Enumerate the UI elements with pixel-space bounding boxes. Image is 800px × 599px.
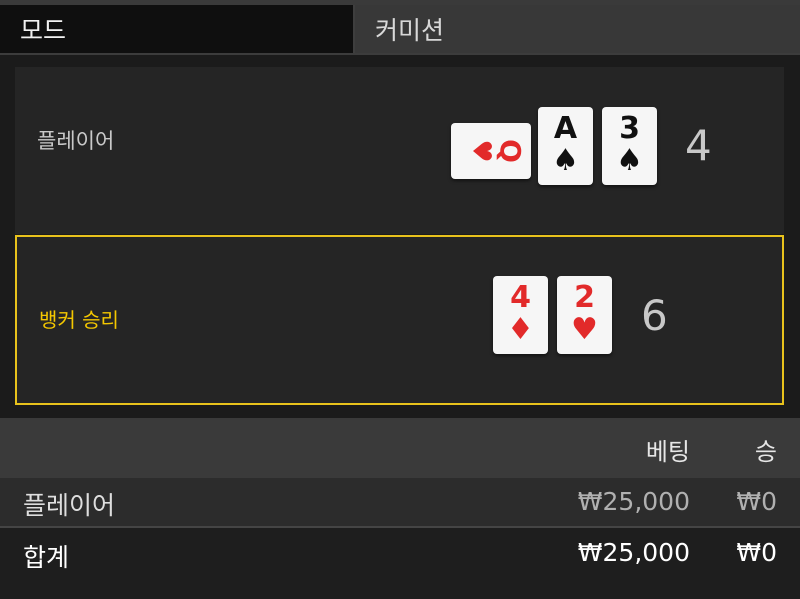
row-name: 플레이어 [23, 491, 116, 520]
player-card-1: Q ♥ [451, 123, 531, 179]
banker-score: 6 [641, 291, 668, 340]
summary-header: 베팅 승 [0, 418, 800, 478]
bet-column-header: 베팅 [645, 438, 690, 466]
spade-icon: ♠ [616, 143, 643, 178]
win-column-header: 승 [754, 438, 777, 466]
banker-result-label: 뱅커 승리 [39, 308, 119, 332]
heart-icon: ♥ [466, 139, 496, 163]
player-hand-panel: 플레이어 Q ♥ A ♠ 3 ♠ 4 [15, 67, 784, 234]
heart-icon: ♥ [571, 312, 598, 347]
diamond-icon: ♦ [507, 312, 534, 347]
mode-value: 커미션 [355, 5, 800, 53]
total-bet-amount: ₩25,000 [577, 538, 690, 567]
banker-hand-panel: 뱅커 승리 4 ♦ 2 ♥ 6 [15, 235, 784, 405]
card-rank: 3 [619, 111, 640, 146]
mode-row: 모드 커미션 [0, 5, 800, 55]
row-win-amount: ₩0 [736, 487, 777, 516]
player-score: 4 [685, 121, 712, 170]
card-rank: 4 [510, 280, 531, 315]
banker-card-2: 2 ♥ [557, 276, 612, 354]
spade-icon: ♠ [552, 143, 579, 178]
total-row: 합계 ₩25,000 ₩0 [0, 528, 800, 599]
table-row: 플레이어 ₩25,000 ₩0 [0, 478, 800, 528]
player-card-3: 3 ♠ [602, 107, 657, 185]
banker-card-1: 4 ♦ [493, 276, 548, 354]
bet-summary-table: 베팅 승 플레이어 ₩25,000 ₩0 합계 ₩25,000 ₩0 [0, 418, 800, 599]
total-win-amount: ₩0 [736, 538, 777, 567]
row-bet-amount: ₩25,000 [577, 487, 690, 516]
card-rank: A [553, 111, 578, 146]
card-rank: 2 [574, 280, 595, 315]
total-label: 합계 [23, 543, 70, 572]
card-rank: Q [494, 139, 527, 163]
hand-board: 플레이어 Q ♥ A ♠ 3 ♠ 4 뱅커 승리 4 ♦ 2 ♥ 6 [0, 55, 800, 418]
player-card-2: A ♠ [538, 107, 593, 185]
mode-label: 모드 [0, 5, 355, 53]
player-hand-label: 플레이어 [37, 129, 115, 153]
